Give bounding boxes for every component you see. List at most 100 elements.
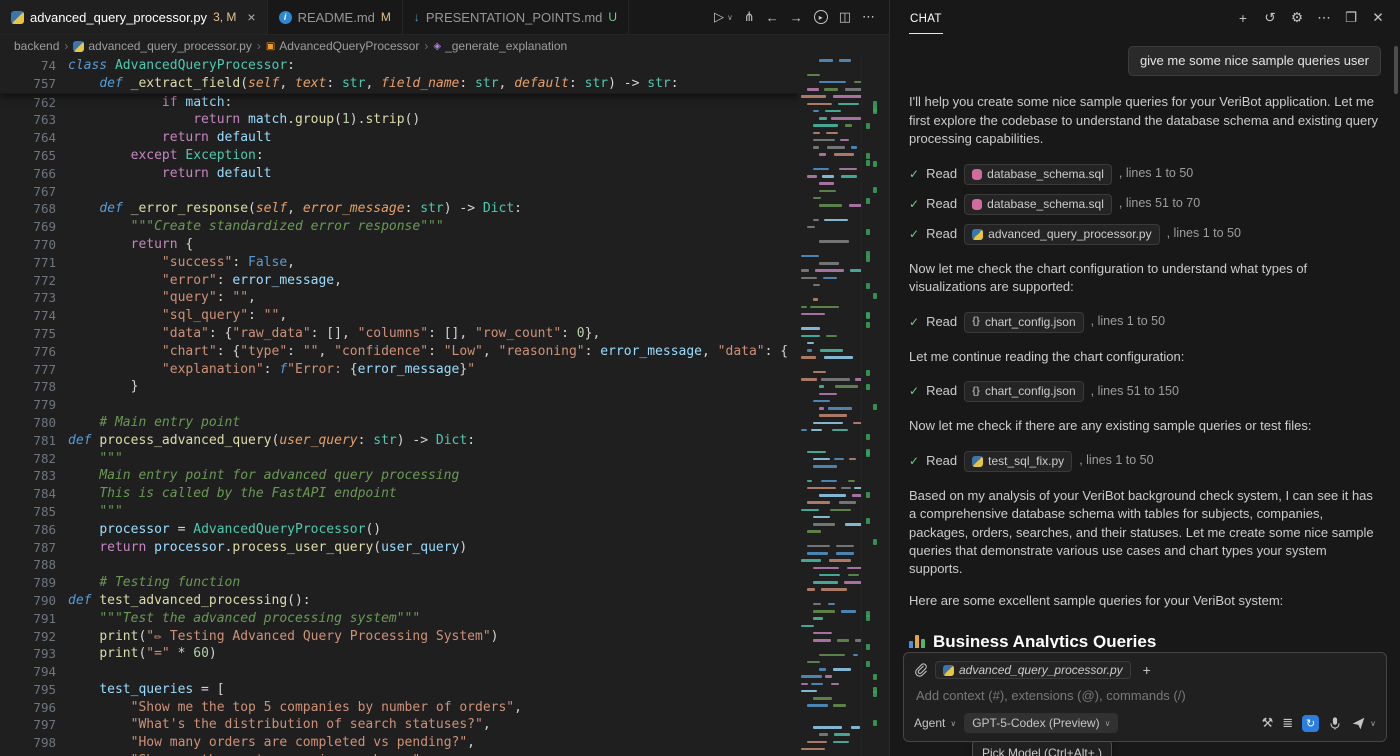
code-line: 762 if match: (0, 94, 799, 112)
tab-modified-badge: U (608, 10, 617, 24)
code-line: 794 (0, 663, 799, 681)
code-line: 785 """ (0, 503, 799, 521)
line-number: 764 (0, 129, 56, 147)
chat-messages: give me some nice sample queries user I'… (890, 36, 1400, 648)
attach-context-button[interactable] (914, 663, 928, 678)
tool-call-row: ✓Read{}chart_config.json, lines 1 to 50 (909, 310, 1381, 335)
file-chip[interactable]: database_schema.sql (964, 194, 1112, 215)
tab-advanced_query_processor-py[interactable]: advanced_query_processor.py3, M× (0, 0, 268, 34)
run-all-button[interactable]: ▸ (814, 10, 828, 24)
line-number: 791 (0, 610, 56, 628)
json-file-icon: {} (972, 315, 980, 329)
line-number: 781 (0, 432, 56, 450)
code-area[interactable]: 74class AdvancedQueryProcessor:757 def _… (0, 57, 799, 756)
line-number: 765 (0, 147, 56, 165)
file-name: chart_config.json (985, 314, 1076, 331)
history-icon[interactable]: ↺ (1258, 6, 1282, 30)
tool-call-row: ✓Read{}chart_config.json, lines 51 to 15… (909, 379, 1381, 404)
navigate-back-button[interactable]: ← (766, 10, 779, 25)
line-number: 788 (0, 556, 56, 574)
code-line: "Show me the most expensive packages", (0, 752, 799, 756)
file-chip[interactable]: {} chart_config.json (964, 312, 1084, 333)
tool-action-label: Read (926, 313, 957, 331)
close-tab-icon[interactable]: × (247, 9, 255, 25)
code-line: 798 "How many orders are completed vs pe… (0, 734, 799, 752)
chat-scrollbar[interactable] (1394, 46, 1398, 94)
tool-detail: , lines 1 to 50 (1119, 165, 1193, 183)
line-number: 783 (0, 467, 56, 485)
file-chip[interactable]: {}chart_config.json (964, 381, 1084, 402)
line-content: } (56, 378, 138, 396)
line-content: def _error_response(self, error_message:… (56, 200, 522, 218)
check-icon: ✓ (909, 226, 919, 243)
assistant-paragraph: Now let me check the chart configuration… (909, 260, 1381, 297)
file-chip[interactable]: advanced_query_processor.py (964, 224, 1159, 245)
line-number: 767 (0, 183, 56, 201)
line-number: 786 (0, 521, 56, 539)
python-file-icon (972, 456, 983, 467)
line-content (56, 396, 68, 414)
line-content: def _extract_field(self, text: str, fiel… (56, 75, 679, 93)
paperclip-icon (914, 663, 928, 678)
assistant-paragraph: I'll help you create some nice sample qu… (909, 93, 1381, 148)
loop-badge-icon[interactable]: ↻ (1302, 715, 1319, 732)
breadcrumb-separator: › (424, 39, 428, 53)
line-number: 779 (0, 396, 56, 414)
tab-list: advanced_query_processor.py3, M×iREADME.… (0, 0, 629, 34)
attached-file-chip[interactable]: advanced_query_processor.py (935, 661, 1131, 679)
add-context-button[interactable]: + (1138, 661, 1156, 679)
model-picker[interactable]: GPT-5-Codex (Preview) ∨ (964, 713, 1118, 733)
file-chip[interactable]: database_schema.sql (964, 164, 1112, 185)
new-chat-icon[interactable]: + (1231, 6, 1255, 30)
split-editor-button[interactable]: ◫ (839, 9, 851, 25)
expand-icon[interactable]: ❐ (1339, 6, 1363, 30)
more-actions-button[interactable]: ⋯ (862, 9, 875, 25)
breadcrumb-item-advanced_query_processor-py[interactable]: advanced_query_processor.py (73, 39, 251, 53)
tab-readme-md[interactable]: iREADME.mdM (268, 0, 403, 34)
task-list-icon[interactable]: ≣ (1282, 715, 1293, 731)
send-button[interactable] (1351, 716, 1366, 731)
source-control-graph-button[interactable]: ⋔ (744, 9, 755, 25)
file-name: advanced_query_processor.py (988, 226, 1151, 243)
code-line: 787 return processor.process_user_query(… (0, 539, 799, 557)
navigate-forward-button[interactable]: → (790, 10, 803, 25)
send-dropdown-chevron[interactable]: ∨ (1370, 719, 1376, 728)
check-icon: ✓ (909, 314, 919, 331)
chat-input[interactable]: advanced_query_processor.py + Add contex… (903, 652, 1387, 742)
tab-label: advanced_query_processor.py (30, 10, 207, 25)
code-editor[interactable]: 74class AdvancedQueryProcessor:757 def _… (0, 57, 889, 756)
line-content: """Test the advanced processing system""… (56, 610, 420, 628)
breadcrumb-separator: › (64, 39, 68, 53)
breadcrumb-item-advancedqueryprocessor[interactable]: ▣AdvancedQueryProcessor (266, 39, 420, 53)
code-line: 772 "error": error_message, (0, 272, 799, 290)
minimap[interactable] (799, 57, 861, 756)
chat-input-placeholder[interactable]: Add context (#), extensions (@), command… (916, 688, 1374, 703)
line-number: 787 (0, 539, 56, 557)
run-dropdown-chevron[interactable]: ∨ (727, 13, 733, 22)
line-content: """ (56, 503, 123, 521)
code-line: 779 (0, 396, 799, 414)
overview-ruler[interactable] (861, 57, 889, 756)
assistant-paragraph: Based on my analysis of your VeriBot bac… (909, 487, 1381, 579)
line-number: 784 (0, 485, 56, 503)
tab-presentation_points-md[interactable]: ↓PRESENTATION_POINTS.mdU (403, 0, 629, 34)
line-content: print("=" * 60) (56, 645, 217, 663)
python-file-icon (11, 11, 24, 24)
breadcrumb-item-backend[interactable]: backend (14, 39, 59, 53)
mode-picker[interactable]: Agent ∨ (914, 716, 956, 730)
file-chip[interactable]: test_sql_fix.py (964, 451, 1072, 472)
line-number: 789 (0, 574, 56, 592)
assistant-paragraph: Now let me check if there are any existi… (909, 417, 1381, 435)
tool-action-label: Read (926, 382, 957, 400)
line-content: # Main entry point (56, 414, 240, 432)
breadcrumb-item-_generate_explanation[interactable]: ◈_generate_explanation (433, 39, 567, 53)
settings-gear-icon[interactable]: ⚙ (1285, 6, 1309, 30)
symbol-class-icon: ▣ (266, 41, 275, 52)
mode-label: Agent (914, 716, 945, 730)
mic-icon[interactable] (1328, 716, 1342, 731)
configure-tools-icon[interactable]: ⚒ (1262, 715, 1274, 731)
line-content: "Show me the most expensive packages", (56, 752, 428, 756)
close-icon[interactable]: ✕ (1366, 6, 1390, 30)
more-actions-icon[interactable]: ⋯ (1312, 6, 1336, 30)
run-python-file-button[interactable]: ▷ (714, 9, 724, 25)
